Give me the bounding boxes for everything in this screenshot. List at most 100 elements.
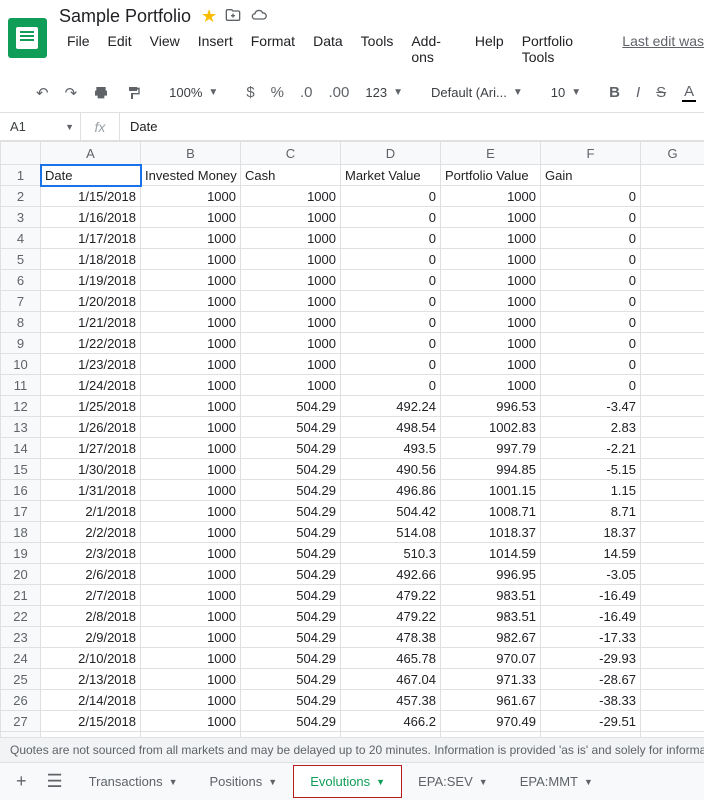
cell[interactable]: 492.24 [341, 396, 441, 417]
cell[interactable] [641, 207, 704, 228]
cell[interactable]: 1000 [141, 459, 241, 480]
cell[interactable]: 504.29 [241, 459, 341, 480]
cell[interactable]: -38.33 [541, 690, 641, 711]
menu-portfolio-tools[interactable]: Portfolio Tools [514, 29, 607, 69]
row-header[interactable]: 26 [1, 690, 41, 711]
cell[interactable]: -3.05 [541, 564, 641, 585]
row-header[interactable]: 22 [1, 606, 41, 627]
cell[interactable] [641, 291, 704, 312]
cell[interactable]: 1000 [141, 249, 241, 270]
cell[interactable] [641, 543, 704, 564]
cell[interactable]: 1000 [441, 375, 541, 396]
cell[interactable]: 479.22 [341, 585, 441, 606]
cell[interactable]: 1000 [141, 186, 241, 207]
cell[interactable]: -16.49 [541, 606, 641, 627]
row-header[interactable]: 24 [1, 648, 41, 669]
cell[interactable] [641, 711, 704, 732]
print-button[interactable] [87, 81, 115, 105]
cell[interactable]: 1/31/2018 [41, 480, 141, 501]
sheet-tab-positions[interactable]: Positions▼ [194, 765, 294, 798]
cell[interactable]: 1000 [141, 438, 241, 459]
sheet-tab-evolutions[interactable]: Evolutions▼ [293, 765, 402, 798]
cell[interactable]: 1000 [141, 711, 241, 732]
sheets-logo[interactable] [8, 18, 47, 58]
cell[interactable] [641, 585, 704, 606]
cell[interactable]: 0 [541, 312, 641, 333]
cell[interactable]: 1000 [141, 228, 241, 249]
cell[interactable]: 0 [541, 333, 641, 354]
col-header-C[interactable]: C [241, 142, 341, 165]
cell[interactable]: 504.29 [241, 627, 341, 648]
row-header[interactable]: 14 [1, 438, 41, 459]
dec-increase-button[interactable]: .00 [323, 80, 356, 105]
row-header[interactable]: 10 [1, 354, 41, 375]
cell[interactable]: 1000 [141, 417, 241, 438]
formula-input[interactable]: Date [120, 119, 157, 134]
cell[interactable]: 478.38 [341, 627, 441, 648]
cell[interactable]: 504.29 [241, 606, 341, 627]
cell[interactable]: 504.29 [241, 564, 341, 585]
cell[interactable]: 2/7/2018 [41, 585, 141, 606]
cell[interactable]: 1000 [441, 291, 541, 312]
cell[interactable]: 0 [341, 375, 441, 396]
menu-data[interactable]: Data [305, 29, 351, 69]
row-header[interactable]: 6 [1, 270, 41, 291]
cell[interactable]: 1000 [241, 249, 341, 270]
cell[interactable]: 18.37 [541, 522, 641, 543]
row-header[interactable]: 8 [1, 312, 41, 333]
cell[interactable]: 0 [341, 228, 441, 249]
cell[interactable]: 996.95 [441, 564, 541, 585]
cell[interactable]: 1000 [141, 690, 241, 711]
font-dropdown[interactable]: Default (Ari...▼ [425, 81, 529, 104]
cell[interactable]: 504.29 [241, 648, 341, 669]
cell[interactable]: 1000 [241, 270, 341, 291]
menu-format[interactable]: Format [243, 29, 303, 69]
cell[interactable]: 1000 [141, 291, 241, 312]
sheet-tab-epa-mmt[interactable]: EPA:MMT▼ [504, 765, 609, 798]
undo-button[interactable]: ↶ [30, 80, 55, 106]
cell[interactable]: 8.71 [541, 501, 641, 522]
cell[interactable]: 1000 [241, 228, 341, 249]
doc-title[interactable]: Sample Portfolio [59, 6, 191, 27]
cell[interactable]: 1000 [441, 207, 541, 228]
cell[interactable] [641, 396, 704, 417]
cell[interactable]: 1/23/2018 [41, 354, 141, 375]
row-header[interactable]: 1 [1, 165, 41, 186]
cell[interactable] [641, 312, 704, 333]
cell[interactable]: 504.29 [241, 396, 341, 417]
dec-decrease-button[interactable]: .0 [294, 80, 319, 105]
row-header[interactable]: 16 [1, 480, 41, 501]
cell[interactable]: Gain [541, 165, 641, 186]
last-edit-link[interactable]: Last edit was [608, 29, 704, 69]
cell[interactable]: -29.93 [541, 648, 641, 669]
cell[interactable]: 1000 [441, 333, 541, 354]
cell[interactable]: 0 [341, 186, 441, 207]
cell[interactable]: 1000 [141, 270, 241, 291]
cell[interactable]: 479.22 [341, 606, 441, 627]
cell[interactable]: 1/18/2018 [41, 249, 141, 270]
cell[interactable] [641, 501, 704, 522]
cell[interactable] [641, 564, 704, 585]
cell[interactable]: 465.78 [341, 648, 441, 669]
cell[interactable]: 490.56 [341, 459, 441, 480]
cell[interactable] [641, 522, 704, 543]
cell[interactable]: 996.53 [441, 396, 541, 417]
row-header[interactable]: 25 [1, 669, 41, 690]
cell[interactable]: 0 [341, 354, 441, 375]
cell[interactable]: 514.08 [341, 522, 441, 543]
cell[interactable]: 1/25/2018 [41, 396, 141, 417]
cell[interactable]: 1000 [441, 270, 541, 291]
cell[interactable]: 2/9/2018 [41, 627, 141, 648]
cell[interactable]: 1000 [241, 333, 341, 354]
cell[interactable]: 1018.37 [441, 522, 541, 543]
cell[interactable]: 1/16/2018 [41, 207, 141, 228]
row-header[interactable]: 9 [1, 333, 41, 354]
col-header-B[interactable]: B [141, 142, 241, 165]
cell[interactable]: 2/15/2018 [41, 711, 141, 732]
sheet-tab-menu-icon[interactable]: ▼ [376, 777, 385, 787]
select-all-cell[interactable] [1, 142, 41, 165]
menu-insert[interactable]: Insert [190, 29, 241, 69]
cell[interactable] [641, 459, 704, 480]
cell[interactable]: 2/10/2018 [41, 648, 141, 669]
row-header[interactable]: 21 [1, 585, 41, 606]
